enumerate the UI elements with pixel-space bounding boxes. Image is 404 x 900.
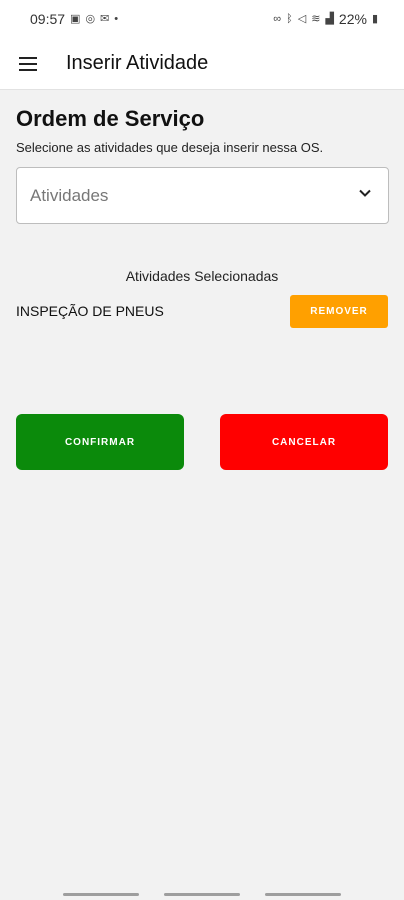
selected-activity-label: INSPEÇÃO DE PNEUS (16, 303, 164, 319)
image-icon: ▣ (70, 12, 81, 25)
system-nav-bar (0, 888, 404, 900)
section-subtitle: Selecione as atividades que deseja inser… (16, 140, 324, 155)
section-title: Ordem de Serviço (16, 106, 205, 131)
cancel-button[interactable]: CANCELAR (220, 414, 388, 470)
status-time: 09:57 (30, 11, 66, 27)
confirm-button[interactable]: CONFIRMAR (16, 414, 184, 470)
signal-icon: ▟ (325, 12, 334, 25)
battery-icon: ▮ (371, 12, 378, 25)
action-row: CONFIRMAR CANCELAR (16, 414, 388, 470)
activities-select[interactable]: Atividades (16, 167, 389, 224)
remove-button[interactable]: REMOVER (290, 294, 388, 328)
link-icon: ∞ (273, 12, 282, 25)
page-title: Inserir Atividade (66, 52, 209, 74)
nav-recent-button[interactable] (62, 892, 139, 896)
whatsapp-icon: ◎ (85, 12, 96, 25)
wifi-icon: ≋ (311, 12, 321, 25)
nav-home-button[interactable] (163, 892, 240, 896)
status-bar: 09:57 ▣ ◎ ✉ • ∞ ᛒ ◁ ≋ ▟ 22% ▮ (0, 0, 404, 38)
dot-icon: • (114, 12, 119, 25)
hamburger-menu-icon[interactable] (0, 38, 56, 90)
status-left: 09:57 ▣ ◎ ✉ • (30, 11, 118, 27)
chevron-down-icon (356, 184, 374, 207)
selected-activity-row: INSPEÇÃO DE PNEUS REMOVER (16, 294, 388, 328)
nav-back-button[interactable] (265, 892, 342, 896)
bluetooth-icon: ᛒ (286, 12, 293, 25)
activities-select-placeholder: Atividades (30, 185, 109, 205)
status-right: ∞ ᛒ ◁ ≋ ▟ 22% ▮ (273, 11, 378, 27)
mute-icon: ◁ (297, 12, 307, 25)
battery-percent: 22% (338, 11, 367, 27)
main-content: Ordem de Serviço Selecione as atividades… (16, 90, 389, 470)
mail-icon: ✉ (100, 12, 110, 25)
app-bar: Inserir Atividade (0, 38, 404, 90)
selected-activities-header: Atividades Selecionadas (125, 268, 279, 284)
